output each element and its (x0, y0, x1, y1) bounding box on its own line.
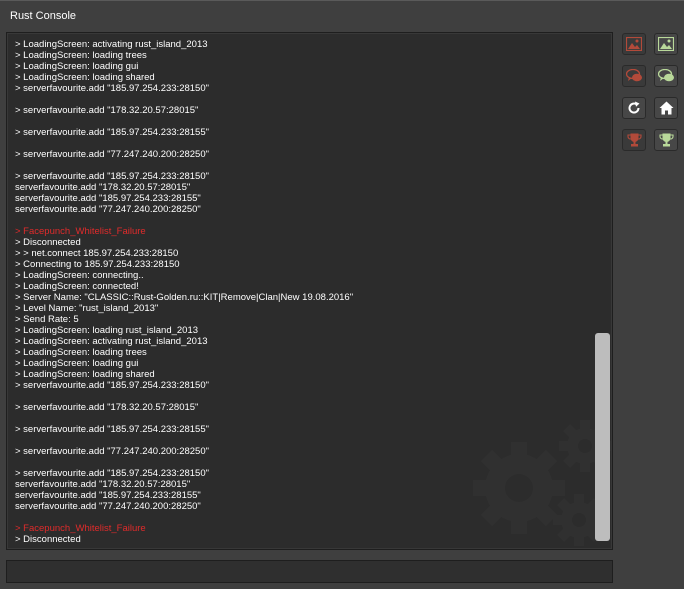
refresh-icon (628, 101, 640, 114)
log-blank-line (15, 413, 590, 424)
console-log: > LoadingScreen: activating rust_island_… (15, 39, 590, 545)
trophy-icon (658, 133, 674, 147)
log-line: serverfavourite.add "77.247.240.200:2825… (15, 501, 201, 512)
log-line: > LoadingScreen: loading shared (15, 72, 155, 83)
log-line: > serverfavourite.add "178.32.20.57:2801… (15, 402, 199, 413)
log-line: > serverfavourite.add "185.97.254.233:28… (15, 83, 209, 94)
image-icon (626, 37, 642, 51)
log-line: > Facepunch_Whitelist_Failure (15, 523, 146, 534)
log-line: serverfavourite.add "77.247.240.200:2825… (15, 204, 201, 215)
rust-console-window: Rust Console > LoadingScreen: activating… (0, 0, 684, 589)
log-line: > serverfavourite.add "185.97.254.233:28… (15, 380, 209, 391)
log-line: > serverfavourite.add "77.247.240.200:28… (15, 446, 209, 457)
log-line: > Facepunch_Whitelist_Failure (15, 226, 146, 237)
log-line: > LoadingScreen: activating rust_island_… (15, 39, 208, 50)
log-line: > serverfavourite.add "185.97.254.233:28… (15, 468, 209, 479)
log-line: > LoadingScreen: loading trees (15, 50, 147, 61)
log-line: serverfavourite.add "178.32.20.57:28015" (15, 182, 191, 193)
log-blank-line (15, 435, 590, 446)
trophy-on-button[interactable] (654, 129, 678, 151)
log-line: > Server Name: "CLASSIC::Rust-Golden.ru:… (15, 292, 354, 303)
log-line: serverfavourite.add "178.32.20.57:28015" (15, 479, 191, 490)
log-line: > serverfavourite.add "185.97.254.233:28… (15, 171, 209, 182)
chat-bubbles-icon (625, 69, 642, 82)
image-icon (658, 37, 674, 51)
log-blank-line (15, 160, 590, 171)
log-line: > LoadingScreen: loading trees (15, 347, 147, 358)
log-line: > LoadingScreen: loading shared (15, 369, 155, 380)
scrollbar-thumb[interactable] (595, 333, 610, 541)
log-line: > LoadingScreen: loading rust_island_201… (15, 325, 199, 336)
trophy-icon (626, 133, 642, 147)
log-blank-line (15, 138, 590, 149)
log-line: > > net.connect 185.97.254.233:28150 (15, 248, 179, 259)
log-blank-line (15, 391, 590, 402)
console-input-bar (6, 560, 613, 583)
log-line: > serverfavourite.add "185.97.254.233:28… (15, 424, 209, 435)
console-scrollbar[interactable] (594, 33, 612, 549)
log-blank-line (15, 215, 590, 226)
log-blank-line (15, 512, 590, 523)
log-line: serverfavourite.add "185.97.254.233:2815… (15, 193, 201, 204)
window-title: Rust Console (10, 10, 77, 22)
log-line: > Disconnected (15, 534, 81, 545)
log-line: > Send Rate: 5 (15, 314, 79, 325)
log-line: > LoadingScreen: activating rust_island_… (15, 336, 208, 347)
log-line: > LoadingScreen: loading gui (15, 358, 139, 369)
chat-off-button[interactable] (622, 65, 646, 87)
log-blank-line (15, 116, 590, 127)
log-line: serverfavourite.add "185.97.254.233:2815… (15, 490, 201, 501)
log-blank-line (15, 457, 590, 468)
home-button[interactable] (654, 97, 678, 119)
log-line: > Disconnected (15, 237, 81, 248)
image-off-button[interactable] (622, 33, 646, 55)
log-line: > LoadingScreen: connecting.. (15, 270, 144, 281)
console-command-input[interactable] (7, 561, 612, 582)
log-line: > Level Name: "rust_island_2013" (15, 303, 159, 314)
home-icon (659, 101, 673, 115)
log-line: > Connecting to 185.97.254.233:28150 (15, 259, 180, 270)
refresh-button[interactable] (622, 97, 646, 119)
image-on-button[interactable] (654, 33, 678, 55)
log-line: > LoadingScreen: loading gui (15, 61, 139, 72)
log-line: > serverfavourite.add "77.247.240.200:28… (15, 149, 209, 160)
trophy-off-button[interactable] (622, 129, 646, 151)
chat-on-button[interactable] (654, 65, 678, 87)
log-line: > serverfavourite.add "178.32.20.57:2801… (15, 105, 199, 116)
log-line: > serverfavourite.add "185.97.254.233:28… (15, 127, 209, 138)
log-blank-line (15, 94, 590, 105)
chat-bubbles-icon (657, 69, 674, 82)
console-output[interactable]: > LoadingScreen: activating rust_island_… (6, 32, 613, 550)
log-line: > LoadingScreen: connected! (15, 281, 139, 292)
